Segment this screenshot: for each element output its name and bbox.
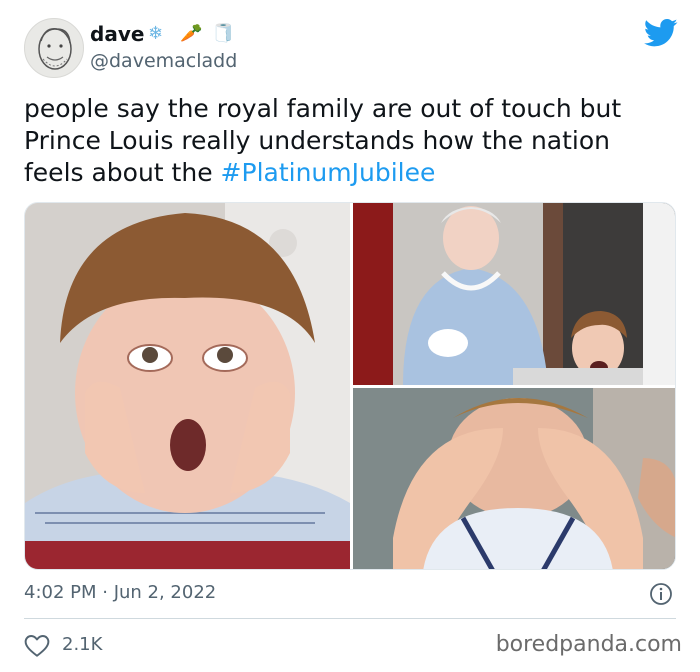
heart-icon[interactable] <box>24 634 50 658</box>
toilet-paper-emoji: 🧻 <box>212 23 235 44</box>
snowflake-emoji: ❄ <box>148 23 164 44</box>
tweet-card: dave ❄ 🥕 🧻 @davemacladd people say the r… <box>0 0 700 672</box>
media-grid <box>24 202 676 570</box>
footer-divider <box>24 618 676 619</box>
avatar-sketch <box>38 28 72 70</box>
carrot-emoji: 🥕 <box>180 23 203 44</box>
tweet-text: people say the royal family are out of t… <box>24 93 674 189</box>
photo-boy-hands-over-face[interactable] <box>353 388 675 569</box>
avatar[interactable] <box>24 18 84 78</box>
hashtag-link[interactable]: #PlatinumJubilee <box>221 158 436 187</box>
author-name[interactable]: dave <box>90 22 144 46</box>
info-icon[interactable] <box>649 582 673 606</box>
photo-illustration <box>353 388 675 569</box>
like-count[interactable]: 2.1K <box>62 634 102 655</box>
boredpanda-watermark: boredpanda.com <box>495 632 682 657</box>
photo-illustration <box>353 203 675 385</box>
photo-illustration <box>25 203 350 569</box>
photo-balcony-queen[interactable] <box>353 203 675 385</box>
twitter-bird-icon[interactable] <box>644 18 678 48</box>
photo-boy-hands-on-cheeks[interactable] <box>25 203 350 569</box>
author-handle[interactable]: @davemacladd <box>90 50 237 72</box>
tweet-timestamp[interactable]: 4:02 PM · Jun 2, 2022 <box>24 582 216 603</box>
